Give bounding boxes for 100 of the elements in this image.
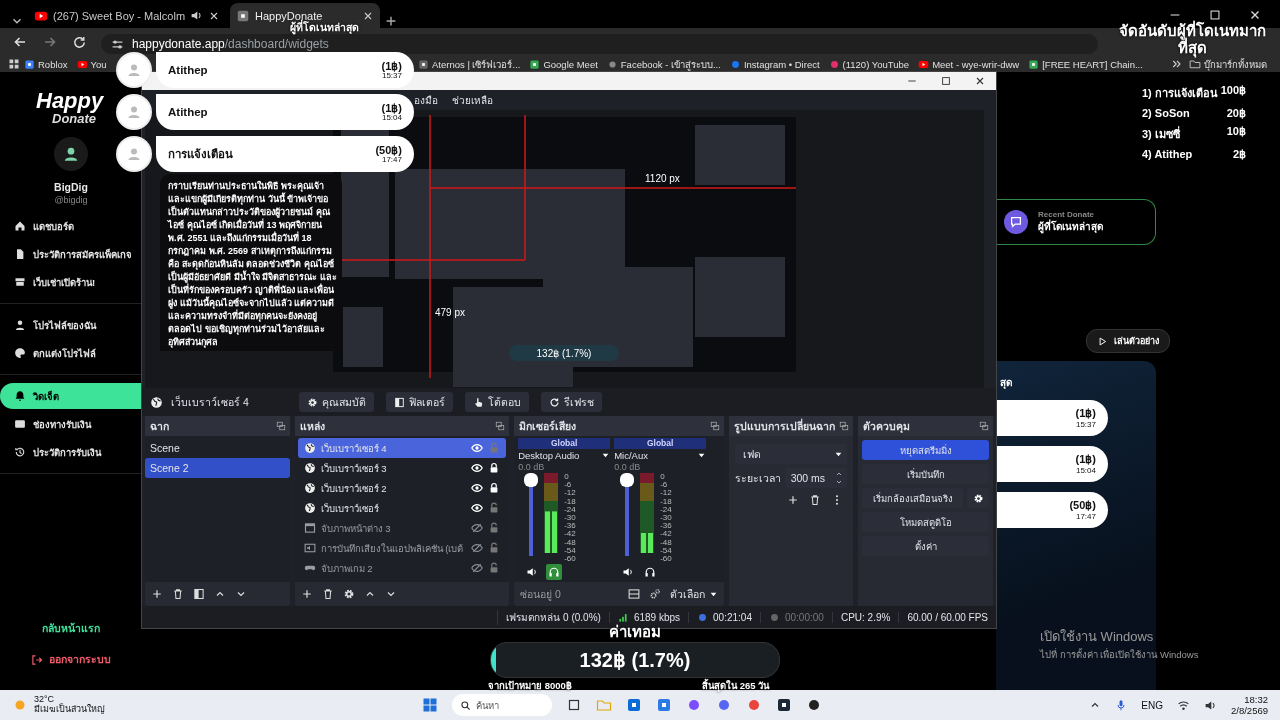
browser-tab[interactable]: (267) Sweet Boy - Malcolm — [28, 3, 227, 28]
maximize-icon[interactable] — [1208, 8, 1222, 22]
nav-item[interactable]: เว็บเช่าเปิดร้าน! — [0, 269, 142, 295]
control-button[interactable]: เริ่มกล้องเสมือนจริง — [862, 488, 963, 508]
monitor-toggle[interactable] — [546, 564, 563, 580]
control-button[interactable]: โหมดสตูดิโอ — [862, 512, 989, 532]
toolbar-button[interactable]: ฟิลเตอร์ — [386, 392, 453, 412]
nav-item[interactable]: ช่องทางรับเงิน — [0, 411, 142, 437]
bookmark[interactable]: Instagram • Direct — [729, 58, 820, 70]
app-icon[interactable] — [806, 697, 822, 713]
scale-label: -30 — [564, 513, 576, 522]
source-item[interactable]: เว็บเบราว์เซอร์ 3 — [297, 458, 507, 478]
preview-button[interactable]: เล่นตัวอย่าง — [1086, 329, 1170, 353]
add-icon[interactable] — [300, 588, 313, 600]
app-icon[interactable] — [776, 697, 792, 713]
bookmark[interactable]: You — [76, 58, 107, 70]
reload-icon[interactable] — [72, 35, 87, 50]
temperature: 32°C — [34, 695, 55, 705]
speaker-icon[interactable] — [190, 9, 204, 22]
start-icon[interactable] — [422, 697, 438, 713]
source-item[interactable]: เว็บเบราว์เซอร์ 2 — [297, 478, 507, 498]
address-bar[interactable]: happydonate.app/dashboard/widgets — [101, 34, 1098, 54]
nav-item[interactable]: โปรไฟล์ของฉัน — [0, 312, 142, 338]
bookmark[interactable]: [FREE HEART] Chain... — [1028, 58, 1143, 70]
undock-icon[interactable] — [979, 421, 989, 431]
undock-icon[interactable] — [275, 421, 286, 431]
toolbar-button[interactable]: คุณสมบัติ — [299, 392, 374, 412]
nav-item[interactable]: แดชบอร์ด — [0, 213, 142, 239]
menu-item[interactable]: องมือ — [414, 92, 438, 108]
source-item[interactable]: เว็บเบราว์เซอร์ — [297, 498, 507, 518]
close-icon[interactable] — [974, 75, 986, 87]
bookmark[interactable]: Meet - wye-wrir-dww — [918, 58, 1020, 70]
scene-item[interactable]: Scene — [145, 438, 290, 458]
source-item[interactable]: จับภาพเกม 2 — [297, 558, 507, 578]
layout-icon[interactable] — [627, 588, 640, 600]
nav-item[interactable]: ประวัติการรับเงิน — [0, 439, 142, 465]
home-link[interactable]: กลับหน้าแรก — [42, 620, 100, 637]
caret-icon[interactable] — [697, 451, 707, 460]
caret-icon[interactable] — [601, 451, 611, 460]
up-icon[interactable] — [835, 470, 844, 478]
bookmark[interactable]: Roblox — [24, 58, 68, 70]
maximize-icon[interactable] — [940, 75, 952, 87]
signal-icon — [617, 611, 629, 623]
app-icon[interactable] — [566, 697, 582, 713]
bookmark[interactable]: Facebook - เข้าสู่ระบบ... — [606, 56, 721, 72]
slider-thumb[interactable] — [524, 473, 539, 487]
options-dropdown[interactable]: ตัวเลือก — [669, 585, 718, 603]
control-button[interactable]: หยุดสตรีมมิ่ง — [862, 440, 989, 460]
source-item[interactable]: การบันทึกเสียงในแอปพลิเคชัน (เบต้ — [297, 538, 507, 558]
add-icon[interactable] — [787, 494, 800, 506]
trash-icon[interactable] — [809, 494, 822, 506]
transition-select[interactable]: เฟด — [734, 444, 848, 464]
control-button[interactable]: ตั้งค่า — [862, 536, 989, 556]
nav-item[interactable]: วิดเจ็ต — [0, 383, 142, 409]
eye-icon[interactable] — [471, 462, 484, 474]
eye-icon[interactable] — [471, 502, 484, 514]
bookmark[interactable]: Google Meet — [529, 58, 598, 70]
toolbar-button[interactable]: โต้ตอบ — [465, 392, 529, 412]
trash-icon[interactable] — [321, 588, 334, 600]
logo[interactable]: Happy Donate — [36, 72, 104, 125]
more-bookmarks-icon[interactable] — [1171, 58, 1183, 70]
settings-button[interactable] — [967, 488, 989, 508]
eye-slash-icon[interactable] — [471, 562, 484, 574]
menu-item[interactable]: ช่วยเหลือ — [452, 92, 493, 108]
add-icon[interactable] — [151, 588, 163, 600]
eye-slash-icon[interactable] — [471, 542, 484, 554]
speaker-icon[interactable] — [526, 566, 539, 578]
filter-icon[interactable] — [193, 588, 205, 600]
language[interactable]: ENG — [1141, 699, 1163, 711]
apps-icon[interactable] — [8, 58, 20, 70]
logout-link[interactable]: ออกจากระบบ — [31, 651, 111, 668]
bookmark[interactable]: (1120) YouTube — [828, 58, 910, 70]
donor-name: Atithep — [168, 106, 208, 118]
eye-slash-icon[interactable] — [471, 522, 484, 534]
nav-item[interactable]: ประวัติการสมัครแพ็คเกจ — [0, 241, 142, 267]
scene-item[interactable]: Scene 2 — [145, 458, 290, 478]
slider-thumb[interactable] — [620, 473, 635, 487]
bookmark-icon — [529, 58, 541, 70]
undock-icon[interactable] — [839, 421, 850, 431]
undock-icon[interactable] — [495, 421, 506, 431]
bookmark-icon — [918, 58, 930, 70]
search-field[interactable]: ค้นหา — [452, 694, 552, 716]
speaker-icon[interactable] — [622, 566, 635, 578]
scale-label: -48 — [564, 538, 576, 547]
control-button[interactable]: เริ่มบันทึก — [862, 464, 989, 484]
nav-item[interactable]: ตกแต่งโปรไฟล์ — [0, 340, 142, 366]
network-icon[interactable] — [1177, 698, 1190, 712]
undock-icon[interactable] — [709, 421, 720, 431]
gear-icon[interactable] — [342, 588, 355, 600]
down-icon[interactable] — [835, 478, 844, 486]
toolbar-button[interactable]: รีเฟรช — [541, 392, 602, 412]
bookmark[interactable]: Aternos | เซิร์ฟเวอร์... — [418, 56, 521, 72]
duration-field[interactable]: 300 ms — [784, 468, 848, 488]
eye-icon[interactable] — [471, 482, 484, 494]
gears-icon[interactable] — [648, 588, 661, 600]
source-item[interactable]: จับภาพหน้าต่าง 3 — [297, 518, 507, 538]
donation-time: 15:04 — [381, 113, 402, 123]
clock[interactable]: 18:32 2/8/2569 — [1231, 693, 1268, 717]
mic-icon[interactable] — [1115, 699, 1128, 711]
trash-icon[interactable] — [172, 588, 184, 600]
